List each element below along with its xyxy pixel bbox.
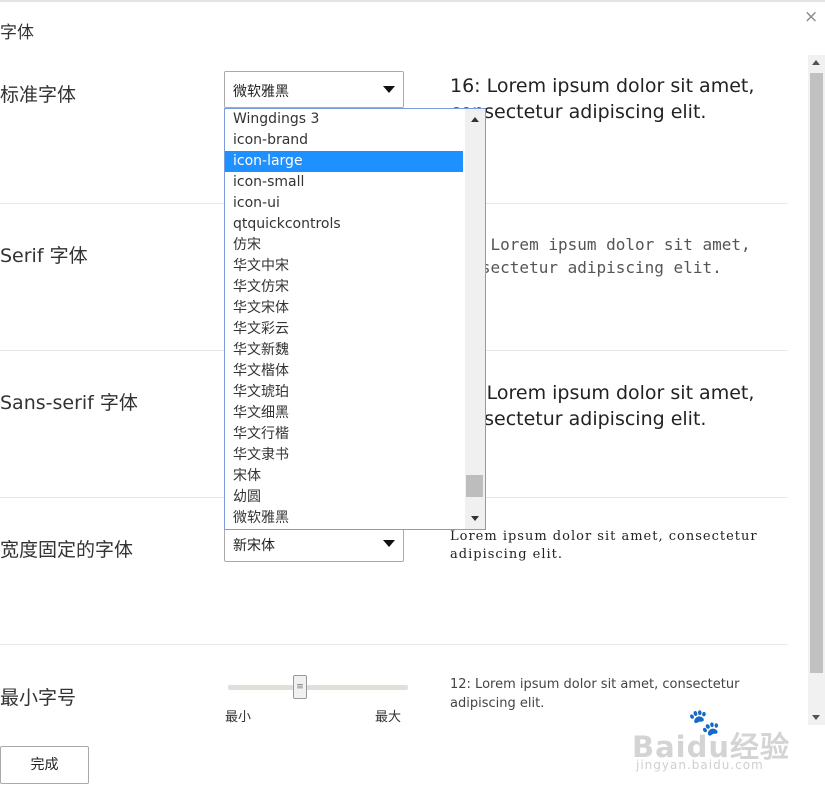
top-border [0, 0, 825, 2]
dialog-title: 字体 [0, 23, 34, 43]
dropdown-item[interactable]: 华文宋体 [225, 298, 463, 319]
standard-font-label: 标准字体 [0, 84, 77, 106]
scroll-up-icon[interactable] [471, 117, 479, 122]
standard-font-select-value: 微软雅黑 [233, 84, 289, 100]
dropdown-item[interactable]: 华文细黑 [225, 403, 463, 424]
dropdown-item[interactable]: icon-ui [225, 193, 463, 214]
baidu-watermark: 🐾 Baidu经验 jingyan.baidu.com [632, 706, 822, 776]
dropdown-item[interactable]: 宋体 [225, 466, 463, 487]
close-icon[interactable]: × [804, 8, 818, 26]
page-scrollbar[interactable] [808, 55, 825, 725]
dropdown-item[interactable]: qtquickcontrols [225, 214, 463, 235]
scroll-up-icon[interactable] [812, 60, 820, 65]
dropdown-scrollbar-thumb[interactable] [466, 475, 483, 497]
slider-min-label: 最小 [225, 710, 252, 725]
dropdown-item[interactable]: 华文行楷 [225, 424, 463, 445]
dropdown-item[interactable]: 华文新魏 [225, 340, 463, 361]
watermark-url: jingyan.baidu.com [636, 758, 764, 772]
standard-font-select[interactable]: 微软雅黑 [224, 71, 404, 108]
serif-font-label: Serif 字体 [0, 245, 88, 267]
dropdown-item[interactable]: icon-large [225, 151, 463, 172]
fixed-width-font-select[interactable]: 新宋体 [224, 525, 404, 562]
dropdown-item[interactable]: 华文中宋 [225, 256, 463, 277]
dropdown-item[interactable]: 华文仿宋 [225, 277, 463, 298]
done-button[interactable]: 完成 [0, 746, 89, 784]
dropdown-item[interactable]: Wingdings 3 [225, 109, 463, 130]
dropdown-item[interactable]: icon-small [225, 172, 463, 193]
min-font-size-slider-thumb[interactable]: ≡ [293, 675, 307, 699]
fixed-width-font-select-value: 新宋体 [233, 538, 275, 554]
scroll-down-icon[interactable] [471, 516, 479, 521]
dropdown-scrollbar[interactable] [465, 109, 485, 529]
dropdown-item[interactable]: 幼圆 [225, 487, 463, 508]
dropdown-items: Wingdings 3 icon-brand icon-large icon-smal… [225, 109, 485, 529]
page-scrollbar-thumb[interactable] [810, 73, 823, 673]
standard-font-dropdown-list[interactable]: Wingdings 3 icon-brand icon-large icon-smal… [224, 108, 486, 530]
dropdown-item[interactable]: 微软雅黑 [225, 508, 463, 529]
dropdown-item[interactable]: 华文琥珀 [225, 382, 463, 403]
serif-font-sample: 16: Lorem ipsum dolor sit amet, consecte… [452, 235, 751, 277]
dropdown-item[interactable]: 华文彩云 [225, 319, 463, 340]
fixed-width-font-label: 宽度固定的字体 [0, 539, 134, 561]
sans-serif-font-sample: 16: Lorem ipsum dolor sit amet, consecte… [450, 382, 755, 430]
slider-max-label: 最大 [375, 710, 402, 725]
dropdown-item[interactable]: 华文楷体 [225, 361, 463, 382]
chevron-down-icon [383, 540, 395, 547]
min-font-size-label: 最小字号 [0, 687, 77, 709]
dropdown-item[interactable]: 华文隶书 [225, 445, 463, 466]
sans-serif-font-label: Sans-serif 字体 [0, 392, 138, 414]
fixed-width-font-sample: Lorem ipsum dolor sit amet, consectetur … [450, 529, 758, 562]
min-font-size-slider-track[interactable] [228, 685, 408, 690]
standard-font-sample: 16: Lorem ipsum dolor sit amet, consecte… [450, 75, 755, 123]
dropdown-item[interactable]: 仿宋 [225, 235, 463, 256]
dropdown-item[interactable]: icon-brand [225, 130, 463, 151]
chevron-down-icon [383, 86, 395, 93]
